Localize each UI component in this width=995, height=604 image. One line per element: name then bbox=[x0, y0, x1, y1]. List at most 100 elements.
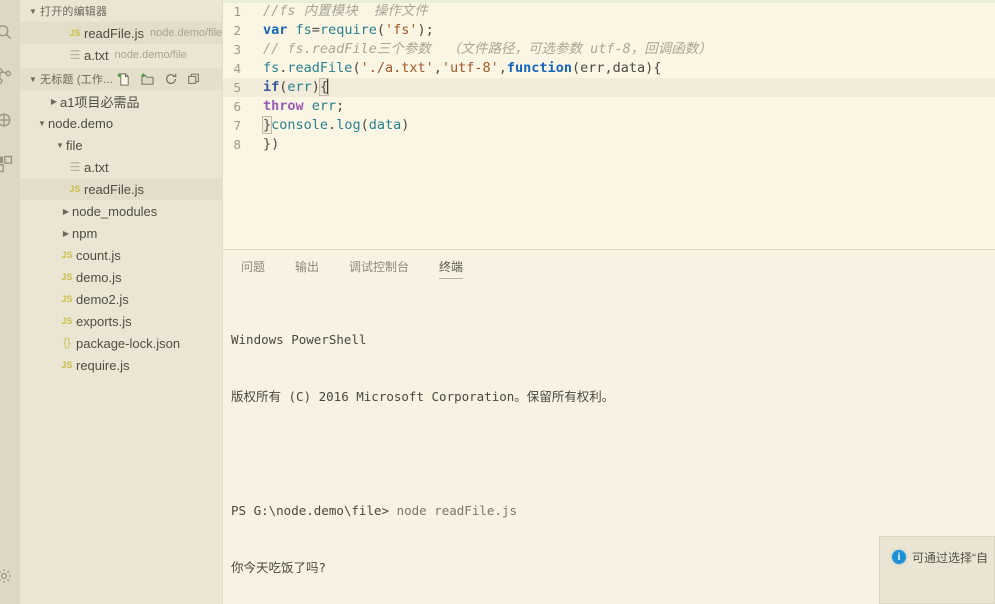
notification-toast[interactable]: i 可通过选择“自 bbox=[879, 536, 995, 604]
debug-icon[interactable] bbox=[0, 104, 20, 136]
vscode-window: ▼ 打开的编辑器 JS readFile.js node.demo/file ☰… bbox=[0, 0, 995, 604]
punct-token: ); bbox=[417, 22, 434, 38]
tree-item-label: node.demo bbox=[48, 115, 114, 131]
tree-item-exports-js[interactable]: JS exports.js bbox=[20, 310, 222, 332]
chevron-right-icon: ▶ bbox=[62, 228, 70, 238]
punct-token: ) bbox=[311, 79, 320, 95]
code-line: 1 //fs 内置模块 操作文件 bbox=[223, 2, 995, 21]
section-open-editors-label: 打开的编辑器 bbox=[40, 6, 108, 18]
explorer-toolbar bbox=[117, 71, 202, 87]
tree-item-atxt[interactable]: ☰ a.txt bbox=[20, 156, 222, 178]
tab-label: 调试控制台 bbox=[349, 259, 410, 274]
tree-item-label: a.txt bbox=[84, 159, 109, 175]
tree-item-label: package-lock.json bbox=[76, 335, 181, 351]
identifier-token: fs bbox=[295, 22, 312, 38]
punct-token: ){ bbox=[645, 60, 662, 76]
line-number: 5 bbox=[233, 80, 241, 95]
function-token: require bbox=[319, 22, 377, 38]
tree-item-node-modules[interactable]: ▶ node_modules bbox=[20, 200, 222, 222]
js-file-icon: JS bbox=[69, 184, 81, 194]
notification-message: 可通过选择“自 bbox=[912, 551, 988, 565]
js-file-icon: JS bbox=[69, 28, 81, 38]
js-file-icon: JS bbox=[61, 360, 73, 370]
identifier-token: data bbox=[368, 117, 402, 133]
identifier-token: fs bbox=[263, 60, 280, 76]
code-line: 3 // fs.readFile三个参数 （文件路径，可选参数 utf-8，回调… bbox=[223, 40, 995, 59]
new-file-icon[interactable] bbox=[117, 71, 133, 87]
tree-item-label: demo.js bbox=[76, 269, 122, 285]
matching-brace: } bbox=[261, 116, 273, 134]
line-number: 6 bbox=[233, 99, 241, 114]
tree-item-label: readFile.js bbox=[84, 181, 144, 197]
open-editor-item-atxt[interactable]: ☰ a.txt node.demo/file bbox=[20, 44, 222, 66]
open-editor-item-readfile[interactable]: JS readFile.js node.demo/file bbox=[20, 22, 222, 44]
tree-item-file[interactable]: ▼ file bbox=[20, 134, 222, 156]
terminal-line: Windows PowerShell bbox=[231, 332, 367, 347]
punct-token: . bbox=[328, 117, 337, 133]
open-editor-desc: node.demo/file bbox=[149, 27, 223, 39]
section-open-editors[interactable]: ▼ 打开的编辑器 bbox=[20, 0, 222, 22]
tree-item-label: require.js bbox=[76, 357, 130, 373]
line-number: 4 bbox=[233, 61, 241, 76]
tab-output[interactable]: 输出 bbox=[295, 250, 319, 282]
tree-item-count-js[interactable]: JS count.js bbox=[20, 244, 222, 266]
line-content: //fs 内置模块 操作文件 bbox=[263, 2, 995, 21]
chevron-down-icon: ▼ bbox=[56, 140, 64, 150]
extensions-icon[interactable] bbox=[0, 148, 20, 180]
tree-item-a1[interactable]: ▶ a1项目必需品 bbox=[20, 90, 222, 112]
string-token: './a.txt' bbox=[360, 60, 434, 76]
tree-item-demo2-js[interactable]: JS demo2.js bbox=[20, 288, 222, 310]
line-number: 7 bbox=[233, 118, 241, 133]
new-folder-icon[interactable] bbox=[140, 71, 156, 87]
collapse-all-icon[interactable] bbox=[186, 71, 202, 87]
js-file-icon: JS bbox=[61, 272, 73, 282]
code-line: 7 }console.log(data) bbox=[223, 116, 995, 135]
section-workspace[interactable]: ▼ 无标题 (工作... bbox=[20, 68, 222, 90]
line-content: // fs.readFile三个参数 （文件路径，可选参数 utf-8，回调函数… bbox=[263, 40, 995, 59]
text-file-icon: ☰ bbox=[69, 48, 81, 62]
line-content: }console.log(data) bbox=[261, 116, 995, 135]
tab-debug-console[interactable]: 调试控制台 bbox=[349, 250, 409, 282]
identifier-token: err bbox=[311, 98, 337, 114]
open-editor-name: readFile.js bbox=[84, 25, 144, 41]
tab-label: 输出 bbox=[295, 259, 320, 274]
tree-item-npm[interactable]: ▶ npm bbox=[20, 222, 222, 244]
line-content: fs.readFile('./a.txt','utf-8',function(e… bbox=[263, 59, 995, 78]
line-content: var fs=require('fs'); bbox=[263, 21, 995, 40]
tree-item-require-js[interactable]: JS require.js bbox=[20, 354, 222, 376]
punct-token: ( bbox=[360, 117, 369, 133]
tree-item-label: a1项目必需品 bbox=[60, 94, 140, 110]
settings-gear-icon[interactable] bbox=[0, 560, 20, 592]
tree-item-package-lock-json[interactable]: {} package-lock.json bbox=[20, 332, 222, 354]
tree-item-readfile[interactable]: JS readFile.js bbox=[20, 178, 222, 200]
method-token: log bbox=[336, 117, 361, 133]
tab-terminal[interactable]: 终端 bbox=[439, 250, 464, 282]
tree-item-label: exports.js bbox=[76, 313, 132, 329]
search-icon[interactable] bbox=[0, 16, 20, 48]
punct-token: ( bbox=[352, 60, 361, 76]
tree-item-demo-js[interactable]: JS demo.js bbox=[20, 266, 222, 288]
terminal-line: 版权所有 (C) 2016 Microsoft Corporation。保留所有… bbox=[231, 389, 615, 404]
punct-token: ) bbox=[401, 117, 410, 133]
source-control-icon[interactable] bbox=[0, 60, 20, 92]
info-icon: i bbox=[892, 550, 906, 564]
tree-item-label: npm bbox=[72, 225, 98, 241]
editor-vertical-scrollbar[interactable] bbox=[983, 0, 995, 249]
tree-item-node-demo[interactable]: ▼ node.demo bbox=[20, 112, 222, 134]
line-number: 8 bbox=[233, 137, 241, 152]
section-workspace-label: 无标题 (工作... bbox=[40, 74, 113, 86]
refresh-icon[interactable] bbox=[163, 71, 179, 87]
tree-item-label: file bbox=[66, 137, 83, 153]
tree-item-label: count.js bbox=[76, 247, 121, 263]
punct-token: ; bbox=[336, 98, 345, 114]
code-editor[interactable]: 1 //fs 内置模块 操作文件 2 var fs=require('fs');… bbox=[223, 0, 995, 249]
keyword-token: throw bbox=[263, 98, 304, 114]
tab-problems[interactable]: 问题 bbox=[241, 250, 265, 282]
code-line-active: 5 if(err){ bbox=[223, 78, 995, 97]
punct-token: ( bbox=[571, 60, 581, 76]
terminal-line-command: PS G:\node.demo\file> node readFile.js bbox=[231, 501, 995, 520]
tab-label: 问题 bbox=[241, 259, 266, 274]
